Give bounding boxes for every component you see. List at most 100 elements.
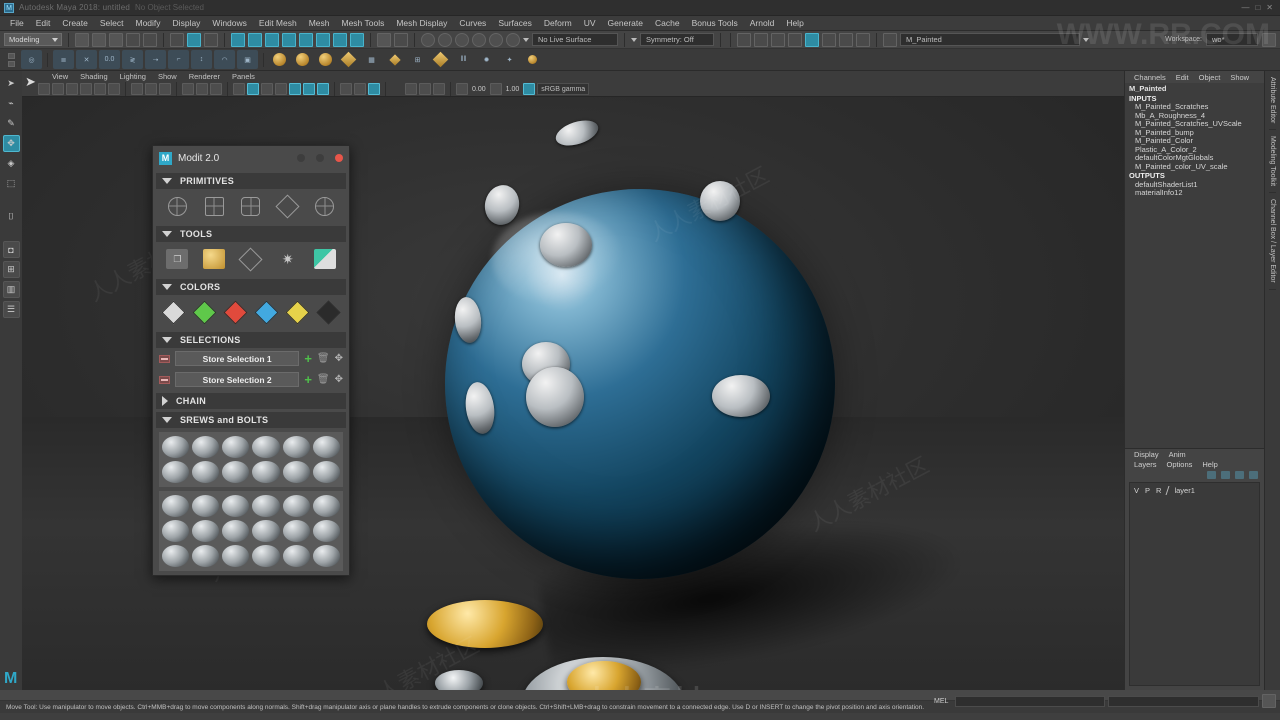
- layer-list[interactable]: V P R layer1: [1129, 482, 1260, 686]
- smooth-shading-button[interactable]: [210, 83, 222, 95]
- use-all-lights-button[interactable]: [233, 83, 245, 95]
- mask-misc-button[interactable]: [350, 32, 364, 47]
- menu-display[interactable]: Display: [167, 16, 207, 31]
- select-by-object-button[interactable]: [187, 32, 201, 47]
- menu-windows[interactable]: Windows: [206, 16, 252, 31]
- screw-head-thumb[interactable]: [162, 545, 190, 567]
- store-selection-2-button[interactable]: Store Selection 2: [175, 372, 300, 387]
- new-scene-button[interactable]: [75, 32, 89, 47]
- screw-head-thumb[interactable]: [222, 495, 250, 517]
- snap-curve-button[interactable]: [438, 32, 452, 47]
- isolate-select-button[interactable]: [354, 83, 366, 95]
- layer-tab-anim[interactable]: Anim: [1164, 450, 1191, 459]
- duplicate-tool-icon[interactable]: ❐: [164, 248, 190, 270]
- minimize-icon[interactable]: —: [1241, 3, 1249, 12]
- channel-box-menu[interactable]: Channels Edit Object Show: [1125, 71, 1264, 83]
- layer-tab-display[interactable]: Display: [1129, 450, 1164, 459]
- shelf-separate-icon[interactable]: ✕: [76, 50, 97, 69]
- screw-thumb[interactable]: [312, 436, 340, 458]
- layer-prev-icon[interactable]: [1221, 471, 1230, 479]
- menu-arnold[interactable]: Arnold: [744, 16, 781, 31]
- mask-rendering-button[interactable]: [333, 32, 347, 47]
- shelf-gold-diamond-icon[interactable]: [338, 50, 359, 69]
- layer-editor-tabs[interactable]: Display Anim: [1125, 448, 1264, 459]
- grease-pencil-button[interactable]: [94, 83, 106, 95]
- viewport-menu-show[interactable]: Show: [152, 72, 183, 81]
- wireframe-shading-button[interactable]: [196, 83, 208, 95]
- viewport-menu-lighting[interactable]: Lighting: [114, 72, 152, 81]
- xray-button[interactable]: [317, 83, 329, 95]
- gamma-icon[interactable]: [489, 83, 502, 95]
- shelf-diamond2-icon[interactable]: [430, 50, 451, 69]
- screw-thumb[interactable]: [282, 436, 310, 458]
- modit-title-bar[interactable]: M Modit 2.0: [153, 146, 349, 170]
- shelf-transfer-icon[interactable]: ▣: [237, 50, 258, 69]
- snap-b-button[interactable]: [419, 83, 431, 95]
- command-language-label[interactable]: MEL: [930, 698, 952, 705]
- scale-tool-icon[interactable]: ⬚: [3, 175, 20, 192]
- symmetry-field[interactable]: Symmetry: Off: [640, 33, 714, 46]
- menu-select[interactable]: Select: [94, 16, 130, 31]
- snap-grid-button[interactable]: [421, 32, 435, 47]
- mask-dynamics-button[interactable]: [316, 32, 330, 47]
- menu-create[interactable]: Create: [56, 16, 94, 31]
- trash-icon[interactable]: 🗑: [317, 374, 330, 385]
- channel-box-tab-object[interactable]: Object: [1194, 73, 1226, 82]
- menu-edit-mesh[interactable]: Edit Mesh: [253, 16, 303, 31]
- booleans-tool-icon[interactable]: [312, 248, 338, 270]
- lasso-tool-icon[interactable]: ⌁: [3, 95, 20, 112]
- apply-selection-icon[interactable]: ✥: [335, 374, 343, 385]
- viewport-menu-view[interactable]: View: [46, 72, 74, 81]
- store-selection-row[interactable]: Store Selection 2 + 🗑 ✥: [153, 369, 349, 390]
- modit-section-primitives[interactable]: PRIMITIVES: [156, 173, 346, 189]
- shelf-arrow-icon[interactable]: [384, 50, 405, 69]
- snap-view-plane-button[interactable]: [489, 32, 503, 47]
- command-line[interactable]: MEL: [930, 694, 1280, 708]
- shelf-gold-cylinder-icon[interactable]: [315, 50, 336, 69]
- layer-first-icon[interactable]: [1207, 471, 1216, 479]
- shelf-subdiv-icon[interactable]: ⊞: [407, 50, 428, 69]
- modit-window-controls[interactable]: [297, 154, 343, 162]
- texture-button[interactable]: [340, 83, 352, 95]
- screw-head-thumb[interactable]: [162, 520, 190, 542]
- menu-mesh-tools[interactable]: Mesh Tools: [336, 16, 391, 31]
- tab-modeling-toolkit[interactable]: Modeling Toolkit: [1269, 130, 1276, 194]
- modit-section-selections[interactable]: SELECTIONS: [156, 332, 346, 348]
- disc-primitive-icon[interactable]: [312, 195, 338, 217]
- render-settings-button[interactable]: [771, 32, 785, 47]
- gate-mask-button[interactable]: [159, 83, 171, 95]
- remove-selection-icon[interactable]: [159, 354, 170, 363]
- screw-head-thumb[interactable]: [282, 495, 310, 517]
- shelf-snap-icon[interactable]: ✦: [499, 50, 520, 69]
- mask-surfaces-button[interactable]: [282, 32, 296, 47]
- bevel-tool-icon[interactable]: [238, 246, 264, 272]
- gamma-value[interactable]: 1.00: [504, 86, 522, 93]
- shelf-brush-icon[interactable]: [522, 50, 543, 69]
- exposure-value[interactable]: 0.00: [470, 86, 488, 93]
- select-camera-button[interactable]: [38, 83, 50, 95]
- chevron-down-icon[interactable]: [631, 37, 637, 42]
- layer-editor-menu[interactable]: Layers Options Help: [1125, 459, 1264, 470]
- channel-box-tab-edit[interactable]: Edit: [1171, 73, 1194, 82]
- modit-section-colors[interactable]: COLORS: [156, 279, 346, 295]
- output-item[interactable]: materialInfo12: [1129, 188, 1264, 198]
- film-gate-button[interactable]: [145, 83, 157, 95]
- screw-head-thumb[interactable]: [282, 520, 310, 542]
- screw-head-thumb[interactable]: [222, 520, 250, 542]
- toggle-editor-button[interactable]: [839, 32, 853, 47]
- camera-attributes-button[interactable]: [66, 83, 78, 95]
- layer-name[interactable]: layer1: [1174, 486, 1194, 495]
- live-surface-field[interactable]: No Live Surface: [532, 33, 618, 46]
- last-tool-used-icon[interactable]: ⌷: [3, 208, 20, 225]
- shelf-pivot-icon[interactable]: ↕: [191, 50, 212, 69]
- viewport-menu-bar[interactable]: ➤ View Shading Lighting Show Renderer Pa…: [22, 71, 1124, 89]
- menu-file[interactable]: File: [4, 16, 30, 31]
- snap-projected-button[interactable]: [472, 32, 486, 47]
- shelf-grid-icon[interactable]: ▦: [361, 50, 382, 69]
- cube-primitive-icon[interactable]: [201, 195, 227, 217]
- pivot-tool-icon[interactable]: ✷: [275, 248, 301, 270]
- image-plane-button[interactable]: [108, 83, 120, 95]
- layout-split-view-icon[interactable]: ▥: [2, 281, 20, 298]
- layer-menu-help[interactable]: Help: [1197, 460, 1222, 469]
- screw-head-thumb[interactable]: [252, 520, 280, 542]
